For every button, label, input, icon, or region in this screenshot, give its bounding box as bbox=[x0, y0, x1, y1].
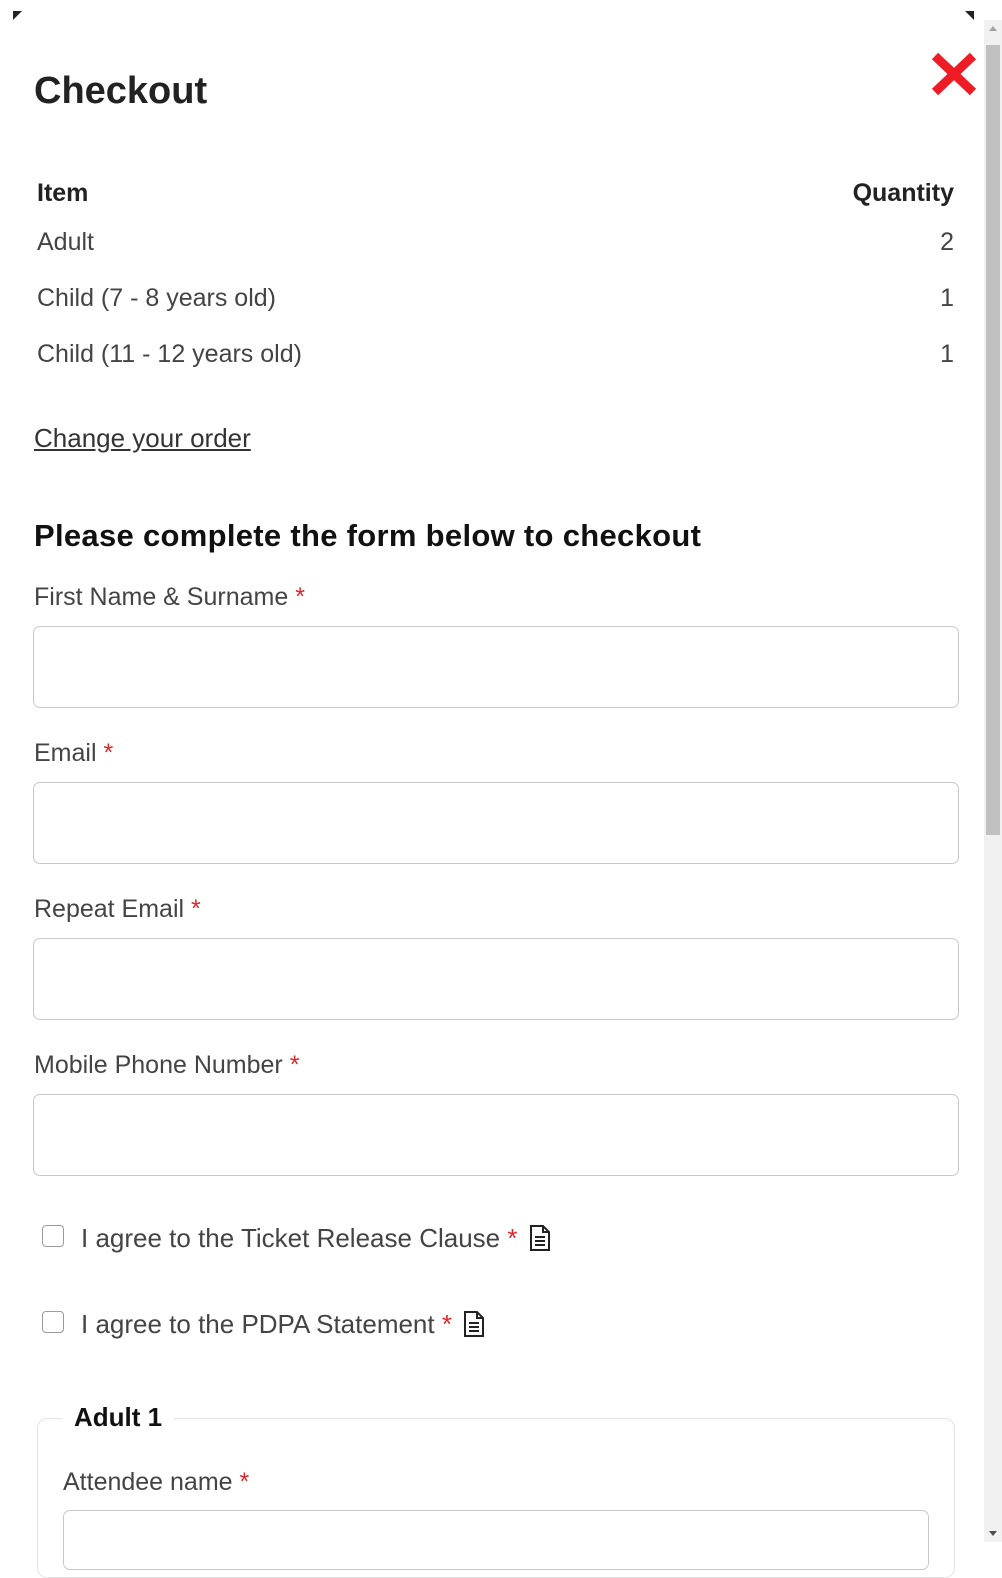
document-icon[interactable] bbox=[463, 1311, 485, 1337]
scrollbar-thumb[interactable] bbox=[986, 45, 1000, 835]
change-order-link[interactable]: Change your order bbox=[34, 423, 251, 454]
repeat-email-field-label-text: Repeat Email bbox=[34, 895, 185, 923]
attendee-legend: Adult 1 bbox=[62, 1402, 175, 1433]
repeat-email-field-label: Repeat Email * bbox=[34, 895, 201, 924]
phone-field-label-text: Mobile Phone Number bbox=[34, 1051, 283, 1079]
order-item-quantity: 1 bbox=[940, 283, 954, 312]
window-corner-top-right bbox=[965, 11, 974, 20]
form-heading: Please complete the form below to checko… bbox=[34, 518, 702, 553]
email-field-label: Email * bbox=[34, 739, 113, 768]
ticket-release-checkbox[interactable] bbox=[42, 1225, 64, 1247]
window-corner-top-left bbox=[13, 11, 22, 20]
pdpa-label-text: I agree to the PDPA Statement bbox=[81, 1309, 435, 1339]
required-marker: * bbox=[239, 1468, 250, 1496]
scroll-down-arrow-icon[interactable] bbox=[989, 1531, 997, 1536]
required-marker: * bbox=[191, 895, 201, 923]
required-marker: * bbox=[441, 1309, 452, 1339]
order-table: Item Quantity Adult 2 Child (7 - 8 years… bbox=[37, 172, 957, 382]
required-marker: * bbox=[103, 739, 114, 767]
table-row: Child (11 - 12 years old) 1 bbox=[37, 326, 957, 382]
pdpa-checkbox[interactable] bbox=[42, 1311, 64, 1333]
repeat-email-input[interactable] bbox=[33, 938, 959, 1020]
order-table-header: Item Quantity bbox=[37, 172, 957, 214]
attendee-name-label-text: Attendee name bbox=[63, 1468, 233, 1496]
name-input[interactable] bbox=[33, 626, 959, 708]
attendee-name-label: Attendee name * bbox=[63, 1468, 249, 1497]
table-row: Child (7 - 8 years old) 1 bbox=[37, 270, 957, 326]
vertical-scrollbar[interactable] bbox=[984, 20, 1002, 1542]
email-field-label-text: Email bbox=[34, 739, 97, 767]
phone-field-label: Mobile Phone Number * bbox=[34, 1051, 299, 1080]
order-item-name: Child (7 - 8 years old) bbox=[37, 283, 276, 312]
phone-input[interactable] bbox=[33, 1094, 959, 1176]
table-row: Adult 2 bbox=[37, 214, 957, 270]
ticket-release-label: I agree to the Ticket Release Clause * bbox=[81, 1223, 551, 1254]
column-header-quantity: Quantity bbox=[852, 178, 954, 207]
close-button[interactable] bbox=[928, 50, 980, 98]
required-marker: * bbox=[507, 1223, 518, 1253]
order-item-name: Child (11 - 12 years old) bbox=[37, 339, 302, 368]
page-title: Checkout bbox=[34, 70, 208, 112]
column-header-item: Item bbox=[37, 178, 89, 207]
order-item-quantity: 2 bbox=[940, 227, 954, 256]
attendee-name-input[interactable] bbox=[63, 1510, 929, 1570]
name-field-label: First Name & Surname * bbox=[34, 583, 305, 612]
scroll-up-arrow-icon[interactable] bbox=[989, 26, 997, 31]
order-item-name: Adult bbox=[37, 227, 94, 256]
document-icon[interactable] bbox=[529, 1225, 551, 1251]
ticket-release-label-text: I agree to the Ticket Release Clause bbox=[81, 1223, 501, 1253]
required-marker: * bbox=[295, 583, 305, 611]
order-item-quantity: 1 bbox=[940, 339, 954, 368]
name-field-label-text: First Name & Surname bbox=[34, 583, 289, 611]
email-input[interactable] bbox=[33, 782, 959, 864]
required-marker: * bbox=[289, 1051, 300, 1079]
close-x-icon bbox=[931, 52, 977, 96]
pdpa-label: I agree to the PDPA Statement * bbox=[81, 1309, 485, 1340]
